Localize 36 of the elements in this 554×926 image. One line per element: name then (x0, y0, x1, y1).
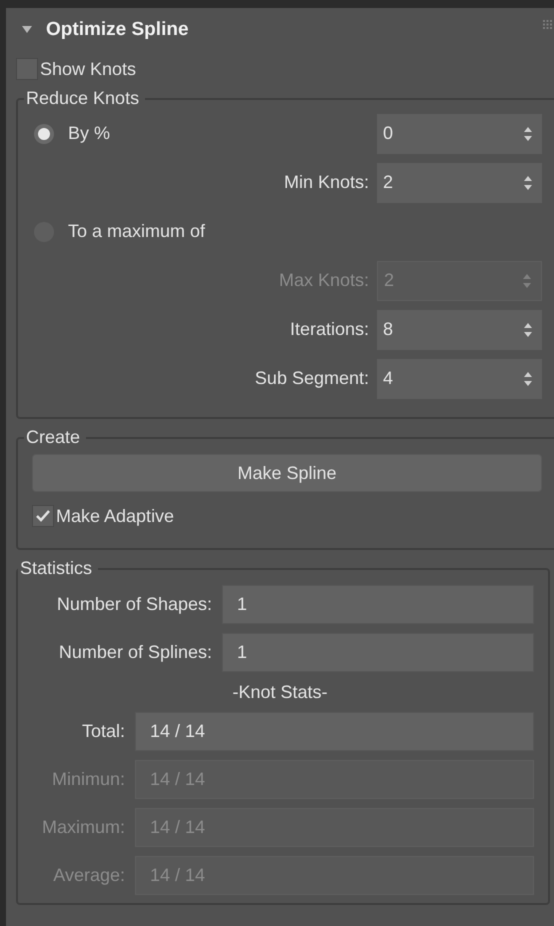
section-subheading: -Knot Stats- (231, 681, 329, 704)
rollout-title[interactable]: Optimize Spline (46, 19, 543, 41)
collapse-triangle-icon[interactable] (22, 26, 32, 34)
make-adaptive-checkbox[interactable] (32, 505, 54, 527)
checkbox-label[interactable]: Make Adaptive (56, 506, 174, 526)
field-label: Sub Segment: (254, 368, 369, 389)
group-title: Statistics (19, 558, 94, 579)
field-label: Min Knots: (284, 172, 369, 193)
spinner-field[interactable]: 4 (377, 358, 542, 398)
spinner-field[interactable]: 2 (377, 162, 542, 202)
stat-label: Number of Shapes: (56, 594, 212, 615)
stat-label: Total: (80, 721, 125, 742)
group-title: Create (25, 427, 82, 448)
stat-value-field: 1 (222, 585, 534, 624)
field-label: Max Knots: (278, 270, 369, 291)
stat-value-field: 14 / 14 (135, 712, 534, 751)
radio-button[interactable] (34, 124, 54, 144)
stat-label: Number of Splines: (58, 642, 212, 663)
spinner-arrows-icon[interactable] (524, 322, 532, 336)
radio-label[interactable]: By % (68, 123, 110, 144)
make-spline-button[interactable]: Make Spline (32, 454, 542, 492)
drag-grip-icon[interactable] (543, 20, 552, 29)
checkmark-icon (36, 510, 50, 522)
group-title: Reduce Knots (25, 88, 140, 109)
spinner-arrows-icon[interactable] (524, 372, 532, 386)
checkbox-label[interactable]: Show Knots (40, 58, 136, 80)
spinner-arrows-icon[interactable] (524, 126, 532, 140)
stat-label: Minimun: (50, 769, 125, 790)
spinner-arrows-icon[interactable] (524, 176, 532, 190)
stat-value-field: 1 (222, 633, 534, 672)
spinner-field[interactable]: 8 (377, 310, 542, 350)
radio-label[interactable]: To a maximum of (68, 221, 206, 242)
stat-label: Average: (52, 865, 125, 886)
stat-label: Maximum: (40, 817, 125, 838)
spinner-field[interactable]: 0 (377, 114, 542, 154)
field-label: Iterations: (290, 319, 369, 340)
